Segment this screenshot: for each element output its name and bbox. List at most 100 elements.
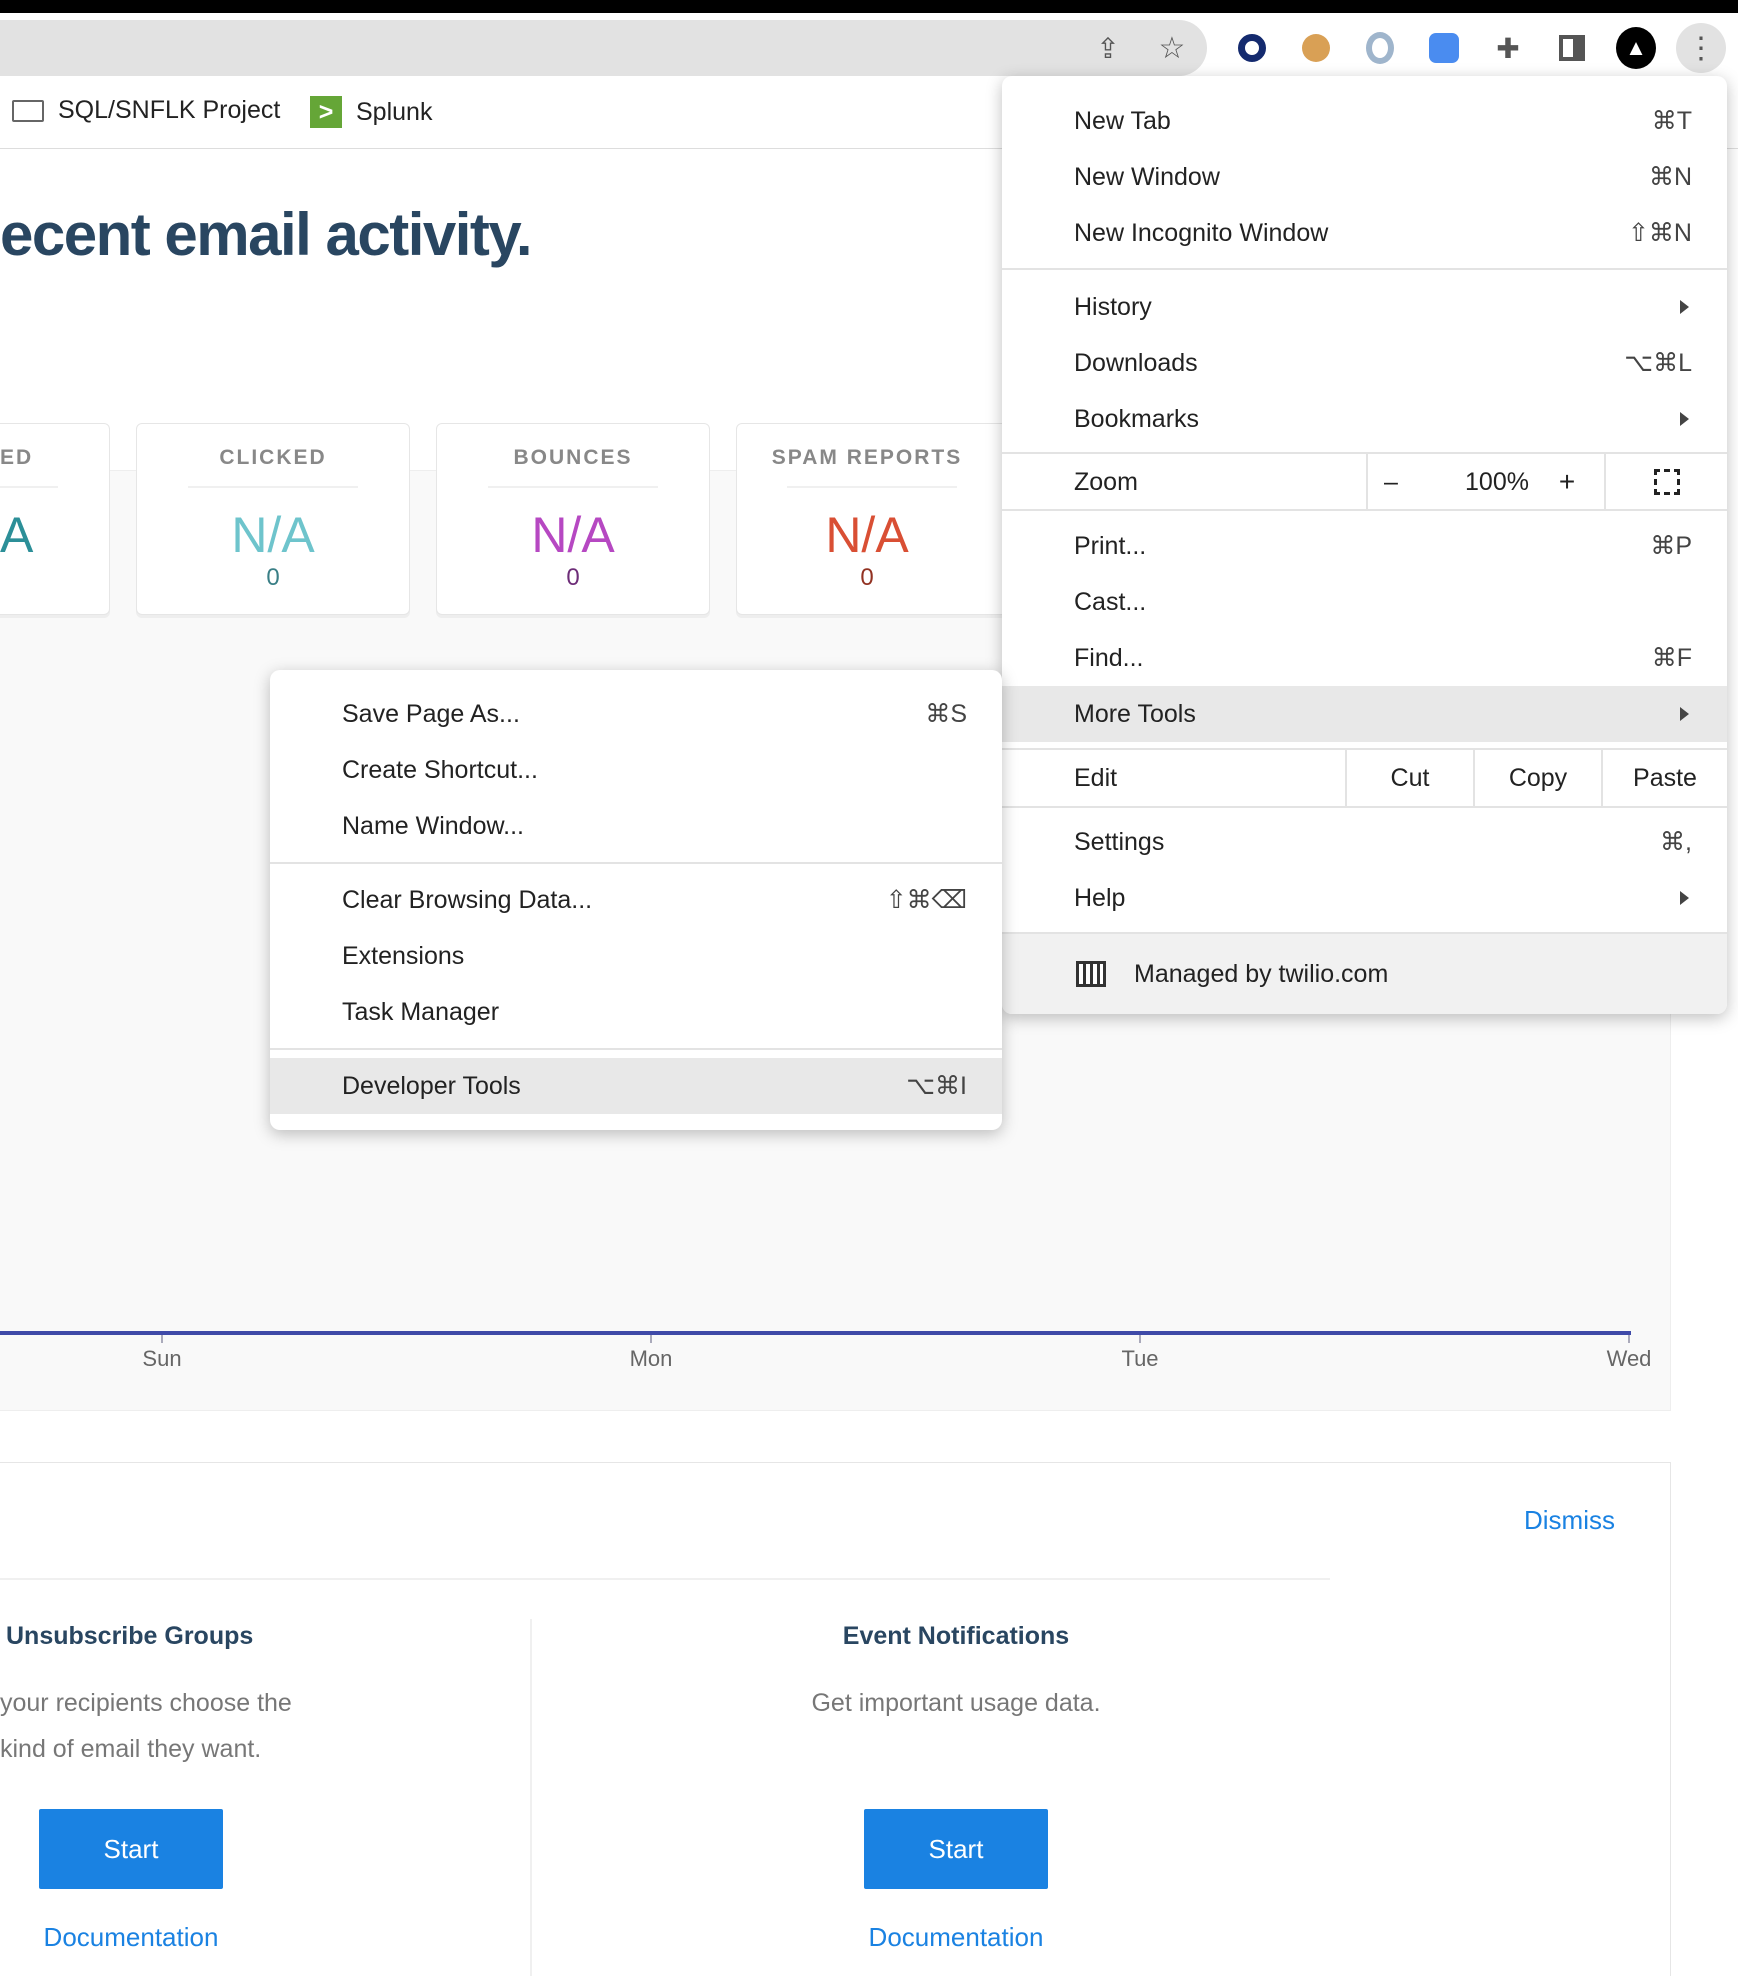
x-label-mon: Mon <box>629 1346 673 1371</box>
menu-item-history[interactable]: History <box>1002 279 1727 335</box>
documentation-link-unsubscribe-groups[interactable]: Documentation <box>39 1922 223 1953</box>
section-desc: kind of email they want. <box>0 1735 262 1763</box>
menu-item-help[interactable]: Help <box>1002 870 1727 926</box>
shortcut: ⌘F <box>1651 644 1692 672</box>
menu-item-more-tools[interactable]: More Tools <box>1002 686 1727 742</box>
menu-item-extensions[interactable]: Extensions <box>270 928 1002 984</box>
x-tick <box>1139 1335 1141 1343</box>
label: Cast... <box>1074 587 1147 616</box>
shortcut: ⌘, <box>1660 828 1692 856</box>
zoom-extension-icon[interactable] <box>1424 28 1464 68</box>
submenu-arrow-icon <box>1680 300 1689 314</box>
extensions-puzzle-icon[interactable]: ✚ <box>1488 28 1528 68</box>
menu-item-create-shortcut[interactable]: Create Shortcut... <box>270 742 1002 798</box>
divider <box>0 1578 1330 1580</box>
menu-row-edit: Edit Cut Copy Paste <box>1002 750 1727 806</box>
menu-item-bookmarks[interactable]: Bookmarks <box>1002 391 1727 447</box>
chrome-main-menu: New Tab ⌘T New Window ⌘N New Incognito Win… <box>1002 76 1727 1014</box>
menu-item-find[interactable]: Find... ⌘F <box>1002 630 1727 686</box>
card-label: SPAM REPORTS <box>771 446 963 469</box>
menu-item-save-page-as[interactable]: Save Page As... ⌘S <box>270 686 1002 742</box>
extension-ring-icon[interactable] <box>1360 28 1400 68</box>
menu-item-name-window[interactable]: Name Window... <box>270 798 1002 854</box>
folder-icon <box>12 99 44 122</box>
card-count: 0 <box>266 564 280 591</box>
building-icon <box>1076 961 1106 987</box>
bookmark-splunk[interactable]: > Splunk <box>310 96 432 128</box>
menu-row-zoom: Zoom – 100% + <box>1002 454 1727 510</box>
separator <box>1002 268 1727 270</box>
shortcut: ⌘P <box>1650 532 1692 560</box>
kebab-menu-icon[interactable]: ⋮ <box>1676 23 1726 73</box>
stat-card-spam-reports: SPAM REPORTS N/A 0 <box>736 423 1036 615</box>
label: Zoom <box>1074 467 1138 496</box>
address-bar[interactable] <box>0 20 1207 76</box>
cookie-extension-icon[interactable] <box>1296 28 1336 68</box>
paste-button[interactable]: Paste <box>1601 750 1727 806</box>
start-button-unsubscribe-groups[interactable]: Start <box>39 1809 223 1889</box>
shortcut: ⌘T <box>1651 107 1692 135</box>
shortcut: ⌥⌘I <box>906 1072 967 1100</box>
divider <box>530 1619 532 1976</box>
fullscreen-button[interactable] <box>1604 454 1727 510</box>
menu-item-print[interactable]: Print... ⌘P <box>1002 518 1727 574</box>
zoom-level: 100% <box>1465 467 1529 496</box>
card-value: N/A <box>531 507 615 563</box>
label: Edit <box>1074 763 1118 792</box>
section-title-event-notifications: Event Notifications <box>842 1622 1070 1650</box>
card-label: CLICKED <box>219 446 327 469</box>
chart-series-line <box>0 1331 1631 1335</box>
submenu-arrow-icon <box>1680 707 1689 721</box>
cut-button[interactable]: Cut <box>1345 750 1473 806</box>
side-panel-icon[interactable] <box>1552 28 1592 68</box>
page-title: ecent email activity. <box>0 201 533 268</box>
section-title-unsubscribe-groups: Unsubscribe Groups <box>6 1622 254 1650</box>
bookmark-star-icon[interactable]: ☆ <box>1152 28 1192 68</box>
label: Developer Tools <box>342 1071 521 1100</box>
card-count: 0 <box>860 564 874 591</box>
dismiss-link[interactable]: Dismiss <box>1524 1505 1615 1536</box>
documentation-link-event-notifications[interactable]: Documentation <box>864 1922 1048 1953</box>
menu-item-new-tab[interactable]: New Tab ⌘T <box>1002 93 1727 149</box>
label: Save Page As... <box>342 699 520 728</box>
copy-button[interactable]: Copy <box>1473 750 1601 806</box>
card-value: N/A <box>825 507 909 563</box>
label: New Tab <box>1074 106 1171 135</box>
share-icon[interactable]: ⇪ <box>1088 28 1128 68</box>
separator <box>270 1048 1002 1050</box>
label: Downloads <box>1074 348 1198 377</box>
menu-item-clear-browsing-data[interactable]: Clear Browsing Data... ⇧⌘⌫ <box>270 872 1002 928</box>
submenu-arrow-icon <box>1680 412 1689 426</box>
shortcut: ⌥⌘L <box>1624 349 1692 377</box>
extension-o-icon[interactable] <box>1232 28 1272 68</box>
menu-item-cast[interactable]: Cast... <box>1002 574 1727 630</box>
label: Find... <box>1074 643 1144 672</box>
menu-item-new-window[interactable]: New Window ⌘N <box>1002 149 1727 205</box>
splunk-icon: > <box>310 96 342 128</box>
label: More Tools <box>1074 699 1196 728</box>
section-desc: Get important usage data. <box>811 1689 1101 1717</box>
label: Clear Browsing Data... <box>342 885 593 914</box>
menu-item-downloads[interactable]: Downloads ⌥⌘L <box>1002 335 1727 391</box>
label: Bookmarks <box>1074 404 1200 433</box>
label: Create Shortcut... <box>342 755 538 784</box>
menu-item-new-incognito-window[interactable]: New Incognito Window ⇧⌘N <box>1002 205 1727 261</box>
profile-rocket-icon[interactable]: ▲ <box>1616 27 1656 69</box>
zoom-out-button[interactable]: – <box>1366 454 1414 510</box>
x-tick <box>650 1335 652 1343</box>
start-button-event-notifications[interactable]: Start <box>864 1809 1048 1889</box>
section-desc: your recipients choose the <box>0 1689 292 1717</box>
label: History <box>1074 292 1152 321</box>
menu-item-managed-by[interactable]: Managed by twilio.com <box>1002 934 1727 1014</box>
shortcut: ⌘S <box>925 700 967 728</box>
separator <box>1002 509 1727 511</box>
menu-item-developer-tools[interactable]: Developer Tools ⌥⌘I <box>270 1058 1002 1114</box>
label: Print... <box>1074 531 1147 560</box>
menu-item-settings[interactable]: Settings ⌘, <box>1002 814 1727 870</box>
card-value: A <box>0 507 34 563</box>
zoom-in-button[interactable]: + <box>1542 454 1592 510</box>
bookmark-sql-snflk-project[interactable]: SQL/SNFLK Project <box>12 96 280 125</box>
bookmark-label: Splunk <box>356 97 433 126</box>
menu-item-task-manager[interactable]: Task Manager <box>270 984 1002 1040</box>
stat-card-bounces: BOUNCES N/A 0 <box>436 423 710 615</box>
